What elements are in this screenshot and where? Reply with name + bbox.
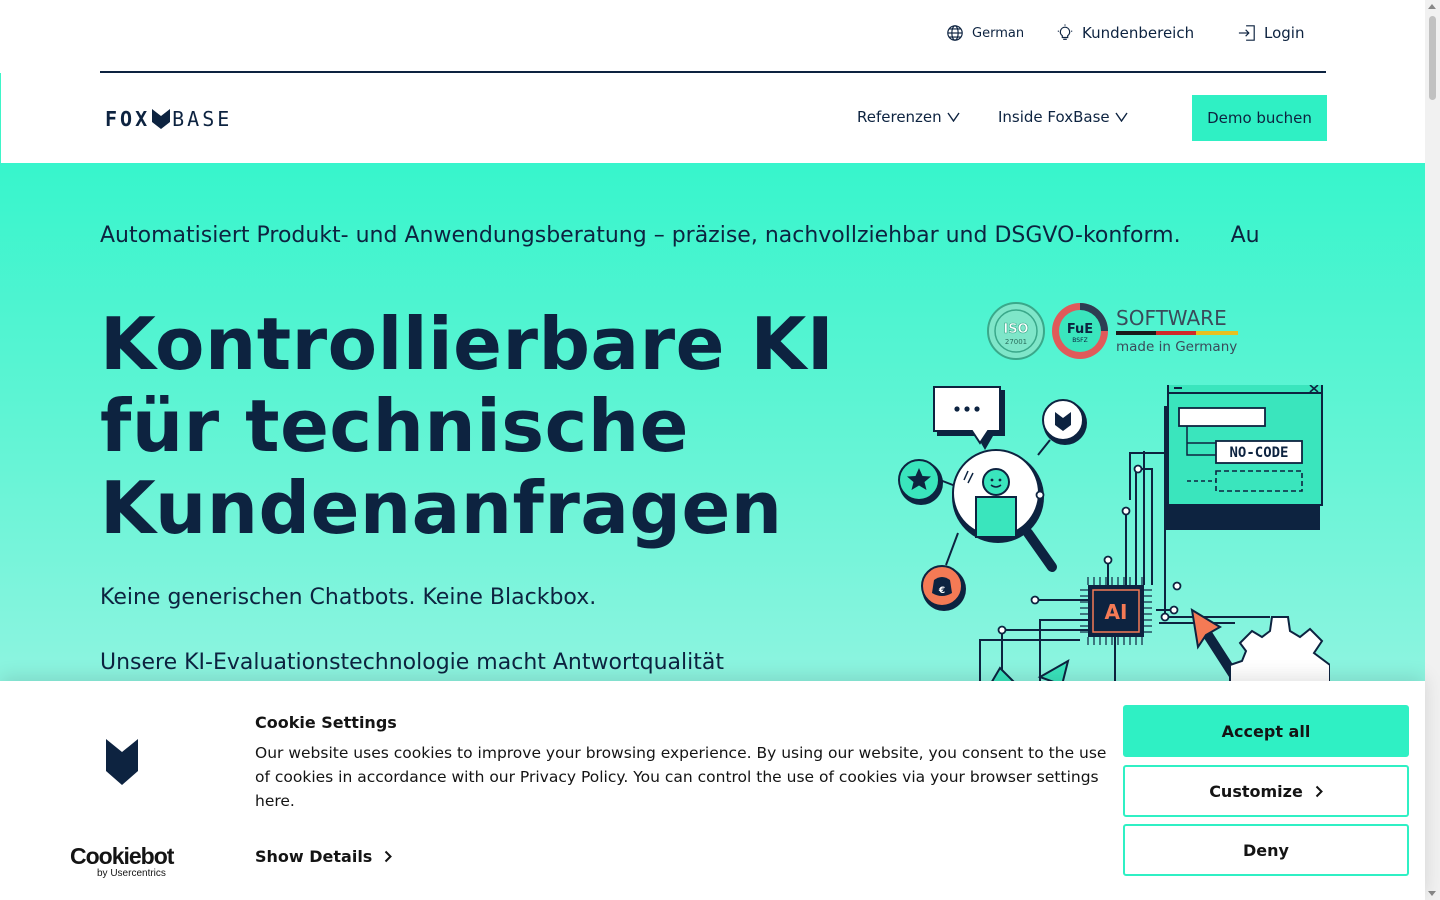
chevron-right-icon [1315,785,1323,797]
customize-button[interactable]: Customize [1123,765,1409,817]
ticker-marquee: Automatisiert Produkt- und Anwendungsber… [100,223,1326,248]
euro-money-bag-icon: € [921,565,966,611]
fox-badge-icon [1037,399,1087,456]
iso-27001-badge: ISO 27001 [987,302,1045,360]
scroll-down-arrow-icon[interactable] [1428,891,1436,896]
gear-icon [1229,616,1330,683]
chevron-down-icon [947,112,960,122]
no-code-label: NO-CODE [1229,445,1288,461]
headline-line: Kontrollierbare KI [100,302,835,386]
chevron-down-icon [1115,112,1128,122]
accept-all-button[interactable]: Accept all [1123,705,1409,757]
certification-badges: ISO 27001 FuE BSFZ SOFTWARE made in Germ… [986,301,1242,361]
magnifier-person-icon [945,449,1057,572]
lightbulb-icon [1057,24,1073,40]
nav-item-referenzen[interactable]: Referenzen [857,108,960,126]
made-in-germany-text: made in Germany [1116,339,1237,355]
chevron-right-icon [385,850,393,863]
ai-label: AI [1105,600,1128,624]
login-label: Login [1264,24,1305,42]
cookie-consent-banner: Cookiebot by Usercentrics Cookie Setting… [0,681,1425,900]
star-badge-icon [898,459,959,505]
cookiebot-brand-by: by Usercentrics [97,868,166,879]
logo-text-left: FOX [105,107,151,131]
ai-chip-icon: AI [1080,577,1152,645]
show-details-label: Show Details [255,847,373,866]
fue-text: FuE [1067,322,1093,337]
cursor-pin-icon [1190,608,1240,682]
accept-all-label: Accept all [1221,721,1311,741]
show-details-link[interactable]: Show Details [255,847,393,866]
fue-bsfz-badge: FuE BSFZ [1052,303,1108,359]
cookiebot-brand: Cookiebot [70,843,174,869]
ticker-text-next: Au [1230,223,1260,248]
hero-subline-2: Unsere KI-Evaluationstechnologie macht A… [100,650,724,675]
cookie-description: Our website uses cookies to improve your… [255,744,1107,810]
language-selector[interactable]: German [946,24,1024,42]
scrollbar-thumb[interactable] [1429,16,1436,100]
headline-line: Kundenanfragen [100,466,783,550]
nav-item-inside-foxbase[interactable]: Inside FoxBase [998,108,1128,126]
no-code-window-icon: NO-CODE [1164,385,1323,530]
deny-button[interactable]: Deny [1123,824,1409,876]
language-label: German [972,25,1025,41]
fox-mark-icon [106,739,138,785]
top-utility-bar: German Kundenbereich Login [0,0,1425,72]
iso-text: ISO [1003,322,1028,337]
nav-item-label: Inside FoxBase [998,108,1110,126]
iso-number: 27001 [1005,338,1027,346]
login-link[interactable]: Login [1238,24,1304,42]
headline-line: für technische [100,384,689,468]
chat-bubble-icon [933,386,1005,450]
nav-item-label: Referenzen [857,108,942,126]
book-demo-button[interactable]: Demo buchen [1192,95,1327,141]
euro-symbol: € [938,586,945,596]
cookiebot-logo[interactable]: Cookiebot by Usercentrics [70,843,174,879]
software-made-in-germany-badge: SOFTWARE made in Germany [1116,306,1238,355]
customer-area-label: Kundenbereich [1082,24,1195,42]
ticker-text: Automatisiert Produkt- und Anwendungsber… [100,223,1181,248]
fox-mark-icon [152,109,171,129]
globe-icon [947,25,963,41]
foxbase-logo[interactable]: FOX BASE [105,107,232,131]
hero-section: Automatisiert Produkt- und Anwendungsber… [0,163,1425,683]
hero-subline-1: Keine generischen Chatbots. Keine Blackb… [100,585,597,610]
ai-technology-illustration: € NO-CODE AI [898,385,1330,683]
scroll-up-arrow-icon[interactable] [1428,4,1436,9]
deny-label: Deny [1243,840,1289,860]
main-navigation: FOX BASE Referenzen Inside FoxBase Demo … [0,73,1425,163]
hero-headline: Kontrollierbare KI für technische Kunden… [100,303,834,549]
login-icon [1238,25,1255,41]
page-scrollbar[interactable] [1425,0,1440,900]
bsfz-text: BSFZ [1072,337,1087,344]
customer-area-link[interactable]: Kundenbereich [1056,24,1194,42]
software-text: SOFTWARE [1116,306,1227,330]
logo-text-right: BASE [172,107,233,131]
customize-label: Customize [1209,781,1303,801]
cookie-title: Cookie Settings [255,713,397,732]
